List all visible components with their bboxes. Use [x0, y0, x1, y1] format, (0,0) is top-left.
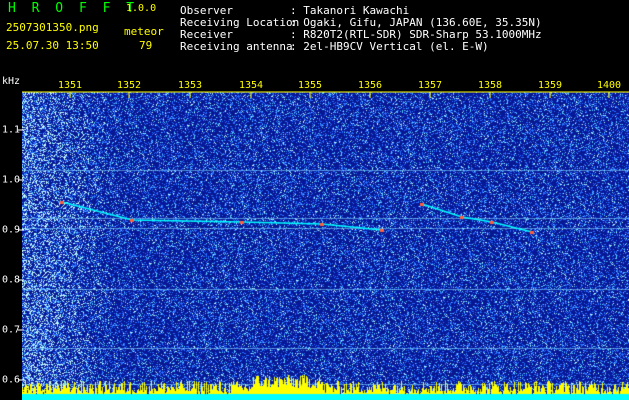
x-tick-label: 1354	[238, 80, 264, 91]
antenna-value: : 2el-HB9CV Vertical (el. E-W)	[290, 40, 489, 53]
y-tick-label: 0.7	[2, 324, 21, 336]
x-tick-label: 1353	[177, 80, 203, 91]
y-tick-label: 0.6	[2, 374, 21, 386]
x-tick-label: 1400	[596, 80, 622, 91]
spectrogram-canvas	[22, 92, 629, 400]
x-tick-label: 1351	[57, 80, 83, 91]
antenna-label: Receiving antenna	[180, 40, 293, 53]
y-axis-unit: kHz	[2, 76, 21, 87]
x-tick-label: 1359	[537, 80, 563, 91]
x-tick-label: 1356	[357, 80, 383, 91]
capture-datetime: 25.07.30 13:50	[6, 39, 99, 52]
y-tick-label: 0.8	[2, 274, 21, 286]
app-title: H R O F F T	[8, 1, 139, 16]
x-tick-label: 1357	[417, 80, 443, 91]
y-tick-label: 0.9	[2, 224, 21, 236]
file-name: 2507301350.png	[6, 21, 99, 34]
y-tick-label: 1.1	[2, 124, 21, 136]
detection-label: meteor	[124, 25, 164, 38]
x-tick-label: 1355	[297, 80, 323, 91]
x-tick-label: 1358	[477, 80, 503, 91]
x-tick-label: 1352	[116, 80, 142, 91]
y-tick-label: 1.0	[2, 174, 21, 186]
meteor-count: 79	[139, 39, 153, 52]
app-version: 1.0.0	[126, 3, 157, 14]
header-panel: H R O F F T 1.0.0 2507301350.png 25.07.3…	[0, 0, 629, 78]
